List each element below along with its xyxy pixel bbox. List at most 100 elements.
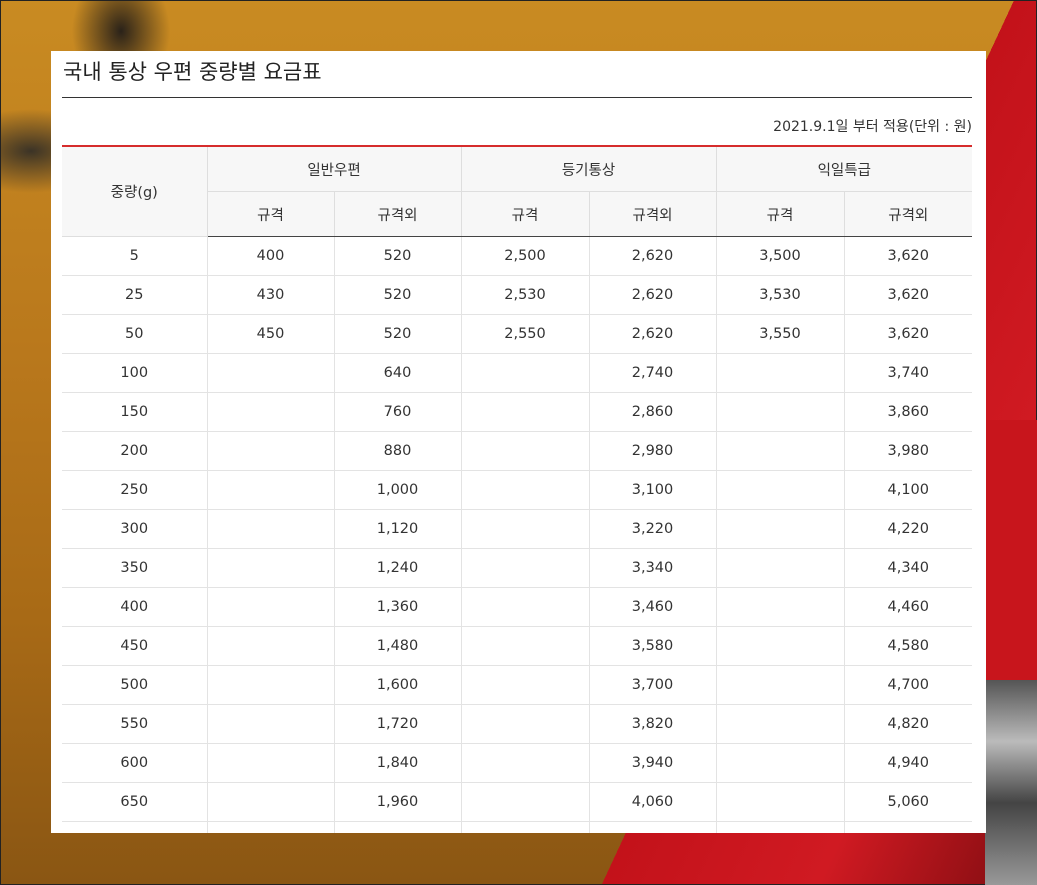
rate-cell [460,509,589,549]
rate-cell [460,665,589,705]
rate-cell: 2,980 [588,431,716,471]
weight-cell: 600 [62,743,207,783]
weight-cell: 550 [62,704,207,744]
rate-cell [715,353,844,393]
rate-cell: 2,620 [588,236,716,276]
rate-cell [460,353,589,393]
rate-cell: 4,580 [843,626,972,666]
rate-cell: 2,860 [588,392,716,432]
rate-cell: 520 [333,314,461,354]
table-row: 250 1,000 3,100 4,100 [62,470,972,510]
rate-table-card: 국내 통상 우편 중량별 요금표 2021.9.1일 부터 적용(단위 : 원)… [51,51,986,833]
table-row: 150 760 2,860 3,860 [62,392,972,432]
rate-cell: 430 [206,275,334,315]
rate-cell [460,782,589,822]
rate-cell: 4,460 [843,587,972,627]
table-row: 550 1,720 3,820 4,820 [62,704,972,744]
rate-cell: 4,700 [843,665,972,705]
rate-cell: 2,550 [460,314,589,354]
rate-cell: 3,580 [588,626,716,666]
rate-cell [715,626,844,666]
weight-cell: 150 [62,392,207,432]
table-row: 500 1,600 3,700 4,700 [62,665,972,705]
rate-cell: 5,060 [843,782,972,822]
rate-cell: 1,120 [333,509,461,549]
rate-cell: 3,700 [588,665,716,705]
header-group-regular: 일반우편 [206,145,462,192]
rate-cell: 3,740 [843,353,972,393]
rate-cell [206,821,334,833]
rate-cell: 640 [333,353,461,393]
rate-cell: 3,980 [843,431,972,471]
table-row: 100 640 2,740 3,740 [62,353,972,393]
rate-cell [715,704,844,744]
weight-cell: 450 [62,626,207,666]
rate-cell: 3,620 [843,275,972,315]
rate-cell: 3,460 [588,587,716,627]
rate-cell: 520 [333,236,461,276]
rate-cell: 760 [333,392,461,432]
rate-cell [206,626,334,666]
rate-cell: 3,940 [588,743,716,783]
table-row: 5 400 520 2,500 2,620 3,500 3,620 [62,236,972,276]
background-red-block [985,420,1037,680]
rate-cell: 1,360 [333,587,461,627]
rate-cell: 3,220 [588,509,716,549]
rate-cell: 2,620 [588,275,716,315]
header-sub: 규격 [206,191,335,237]
rate-cell [460,392,589,432]
rate-cell: 1,480 [333,626,461,666]
rate-cell: 1,960 [333,782,461,822]
weight-cell: 400 [62,587,207,627]
rate-cell [206,665,334,705]
rate-cell [460,743,589,783]
rate-cell [588,821,716,833]
header-group-registered: 등기통상 [460,145,717,192]
table-row: 350 1,240 3,340 4,340 [62,548,972,588]
rate-cell [715,392,844,432]
weight-cell: 650 [62,782,207,822]
effective-date-note: 2021.9.1일 부터 적용(단위 : 원) [773,119,972,135]
rate-cell [206,470,334,510]
rate-cell: 4,100 [843,470,972,510]
weight-cell: 25 [62,275,207,315]
rate-cell: 4,060 [588,782,716,822]
background-metal-part [985,680,1037,885]
rate-cell: 1,840 [333,743,461,783]
rate-cell [460,431,589,471]
weight-cell: 500 [62,665,207,705]
rate-cell: 520 [333,275,461,315]
table-row: 400 1,360 3,460 4,460 [62,587,972,627]
rate-cell [460,704,589,744]
rate-cell: 3,820 [588,704,716,744]
rate-cell [333,821,461,833]
rate-cell [460,470,589,510]
postal-rate-table: 중량(g) 일반우편 등기통상 익일특급 규격 규격외 규격 규격외 규격 규격… [62,145,972,833]
weight-cell: 200 [62,431,207,471]
rate-cell [715,431,844,471]
rate-cell: 3,620 [843,314,972,354]
table-row: 300 1,120 3,220 4,220 [62,509,972,549]
rate-cell: 3,860 [843,392,972,432]
rate-cell: 1,000 [333,470,461,510]
title-divider [62,97,972,98]
header-sub: 규격외 [843,191,972,237]
weight-cell [62,821,207,833]
rate-cell [715,509,844,549]
rate-cell [206,782,334,822]
rate-cell [206,431,334,471]
rate-cell [715,548,844,588]
rate-cell: 1,240 [333,548,461,588]
rate-cell [206,548,334,588]
rate-table-body: 5 400 520 2,500 2,620 3,500 3,620 25 430 520 2,530… [62,236,972,833]
table-row: 25 430 520 2,530 2,620 3,530 3,620 [62,275,972,315]
rate-cell [206,353,334,393]
table-row: 450 1,480 3,580 4,580 [62,626,972,666]
rate-cell [715,782,844,822]
table-row: 600 1,840 3,940 4,940 [62,743,972,783]
rate-cell [715,665,844,705]
rate-cell [715,470,844,510]
header-sub: 규격외 [333,191,462,237]
rate-cell: 400 [206,236,334,276]
rate-cell: 2,530 [460,275,589,315]
